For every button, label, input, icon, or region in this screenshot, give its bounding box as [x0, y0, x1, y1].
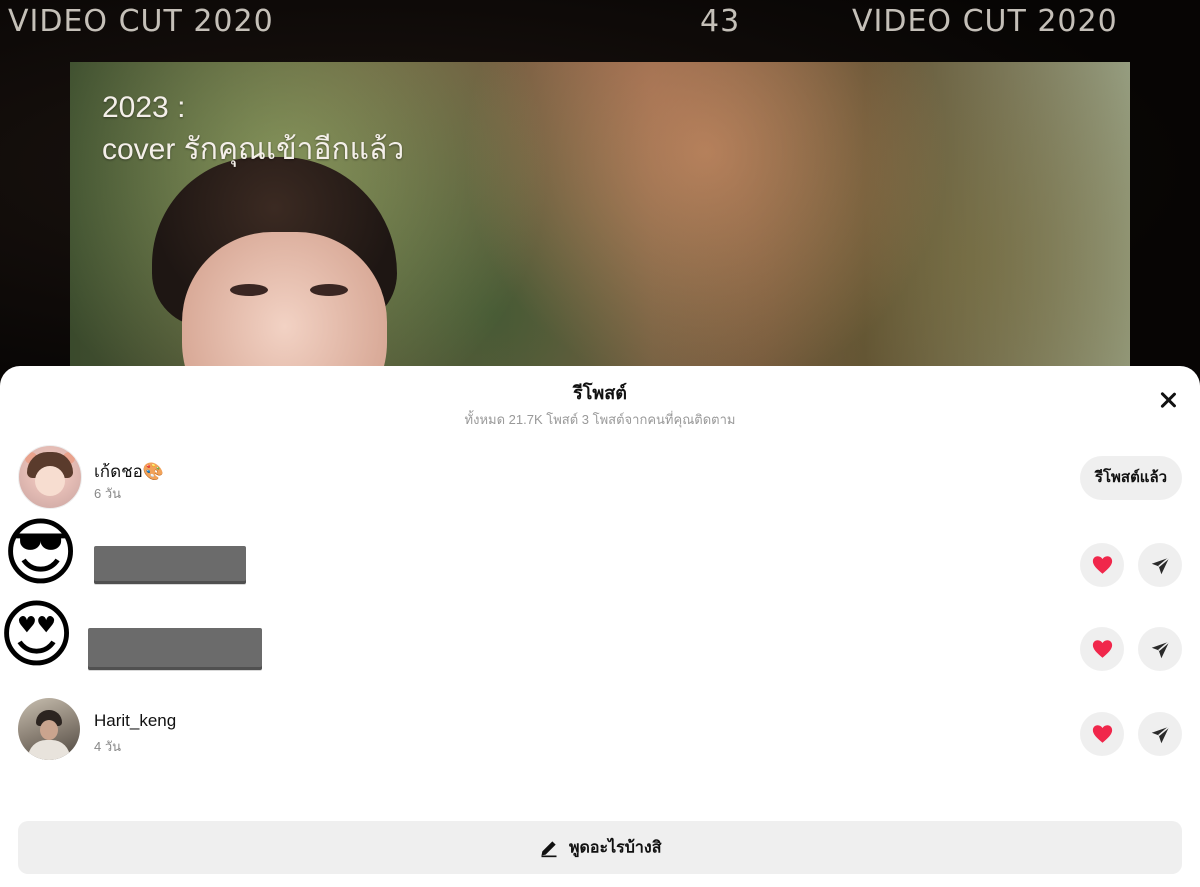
video-player[interactable]: VIDEO CUT 2020 43 VIDEO CUT 2020 2023 : … [0, 0, 1200, 420]
username[interactable]: เก้ดชอ🎨 [94, 458, 164, 485]
repost-sheet: รีโพสต์ ทั้งหมด 21.7K โพสต์ 3 โพสต์จากคน… [0, 366, 1200, 887]
compose-button[interactable]: พูดอะไรบ้างสิ [18, 821, 1182, 874]
sunglasses-emoji-avatar[interactable]: 😎 [2, 516, 79, 590]
heart-icon [1092, 725, 1113, 743]
send-button[interactable] [1138, 543, 1182, 587]
avatar[interactable] [18, 698, 80, 760]
timestamp: 6 วัน [94, 486, 122, 501]
like-button[interactable] [1080, 543, 1124, 587]
video-overlay-year: 2023 : [102, 91, 186, 124]
film-title-right: VIDEO CUT 2020 [852, 4, 1118, 39]
username[interactable]: Harit_keng [94, 711, 176, 731]
compose-inner: พูดอะไรบ้างสิ [18, 821, 1182, 874]
repost-row[interactable]: 😎 [0, 516, 1200, 598]
heart-icon [1092, 556, 1113, 574]
avatar-body [28, 740, 70, 760]
sheet-subtitle: ทั้งหมด 21.7K โพสต์ 3 โพสต์จากคนที่คุณติ… [464, 412, 736, 427]
redacted-username [88, 628, 262, 670]
redacted-username [94, 546, 246, 584]
send-icon [1151, 726, 1170, 744]
sheet-title: รีโพสต์ [573, 383, 627, 403]
repost-row[interactable]: เก้ดชอ🎨 6 วัน รีโพสต์แล้ว [0, 434, 1200, 514]
send-button[interactable] [1138, 627, 1182, 671]
film-counter: 43 [700, 4, 741, 39]
video-person-eye [310, 284, 348, 296]
film-title-left: VIDEO CUT 2020 [8, 4, 274, 39]
avatar-face [35, 466, 65, 496]
timestamp: 4 วัน [94, 739, 122, 754]
avatar[interactable] [18, 445, 82, 509]
repost-row[interactable]: 😍 [0, 598, 1200, 682]
send-button[interactable] [1138, 712, 1182, 756]
pencil-icon [541, 841, 557, 857]
send-icon [1151, 641, 1170, 659]
video-person-eye [230, 284, 268, 296]
avatar-face [40, 720, 58, 740]
video-overlay-cover: cover รักคุณเข้าอีกแล้ว [102, 133, 405, 166]
close-icon[interactable] [1156, 388, 1180, 412]
heart-icon [1092, 640, 1113, 658]
repost-row[interactable]: Harit_keng 4 วัน [0, 687, 1200, 767]
compose-label: พูดอะไรบ้างสิ [568, 839, 662, 857]
reposted-button[interactable]: รีโพสต์แล้ว [1080, 456, 1182, 500]
heart-eyes-emoji-avatar[interactable]: 😍 [0, 598, 75, 672]
like-button[interactable] [1080, 627, 1124, 671]
like-button[interactable] [1080, 712, 1124, 756]
send-icon [1151, 557, 1170, 575]
